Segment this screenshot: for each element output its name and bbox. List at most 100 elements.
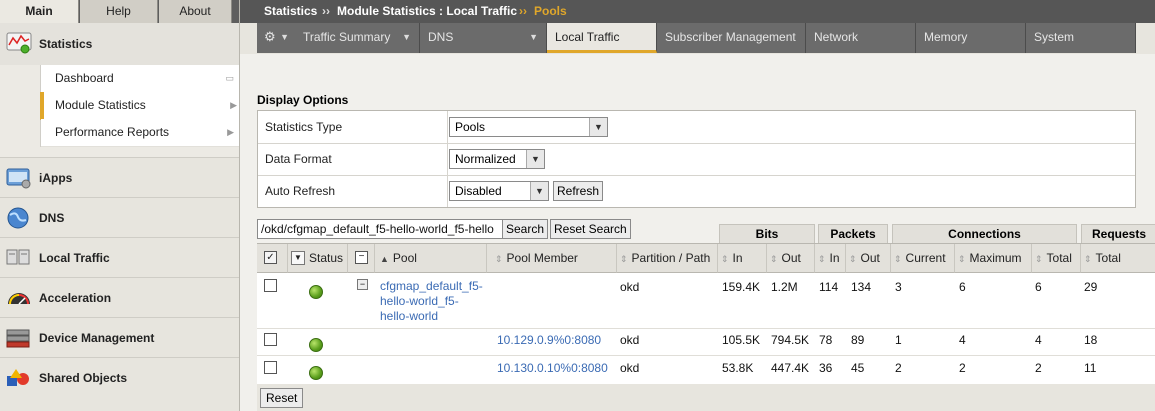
menu-label: DNS <box>428 30 454 44</box>
submenu-item-dashboard[interactable]: Dashboard ▭ <box>41 65 239 93</box>
sort-icon: ⇕ <box>894 254 902 264</box>
column-connections-total[interactable]: ⇕ Total <box>1032 244 1081 273</box>
statistics-type-label: Statistics Type <box>265 120 343 134</box>
menu-local-traffic[interactable]: Local Traffic <box>547 23 657 53</box>
tab-about[interactable]: About <box>159 0 232 23</box>
statistics-label: Statistics <box>39 37 93 51</box>
sidebar-item-iapps[interactable]: iApps <box>0 157 239 198</box>
refresh-button[interactable]: Refresh <box>553 181 604 201</box>
nav-label: Local Traffic <box>39 251 110 265</box>
reset-button[interactable]: Reset <box>260 388 304 408</box>
sidebar-item-statistics[interactable]: Statistics <box>0 23 239 65</box>
column-status[interactable]: ▼ Status <box>288 244 348 273</box>
divider <box>447 143 448 175</box>
packets-out-cell: 89 <box>851 333 865 347</box>
conn-total-cell: 2 <box>1035 361 1042 375</box>
partition-cell: okd <box>620 333 640 347</box>
menu-memory[interactable]: Memory <box>916 23 1026 53</box>
column-label: Status <box>309 251 344 265</box>
gear-menu[interactable]: ⚙ ▼ <box>257 23 296 53</box>
conn-max-cell: 6 <box>959 280 966 294</box>
pool-member-link[interactable]: 10.130.0.10%0:8080 <box>497 361 608 375</box>
sort-icon: ⇕ <box>1084 254 1092 264</box>
menu-label: System <box>1034 30 1075 44</box>
conn-max-cell: 4 <box>959 333 966 347</box>
packets-in-cell: 36 <box>819 361 833 375</box>
chevron-down-icon: ▼ <box>589 118 607 136</box>
submenu-label: Dashboard <box>55 71 114 85</box>
column-label: In <box>829 251 840 265</box>
column-pool-member[interactable]: ⇕ Pool Member <box>487 244 617 273</box>
pool-link[interactable]: cfgmap_default_f5- hello-world_f5- hello… <box>380 279 483 324</box>
menu-label: Memory <box>924 30 968 44</box>
menu-system[interactable]: System <box>1026 23 1136 53</box>
row-checkbox[interactable] <box>264 279 277 292</box>
row-checkbox[interactable] <box>264 361 277 374</box>
table-footer: Reset <box>257 384 1155 411</box>
breadcrumb-statistics[interactable]: Statistics <box>264 0 317 23</box>
display-options-title: Display Options <box>257 93 349 107</box>
column-label: Total <box>1095 251 1121 265</box>
window-icon: ▭ <box>225 73 234 83</box>
nav-label: DNS <box>39 211 65 225</box>
breadcrumb-module-statistics[interactable]: Module Statistics : Local Traffic <box>337 0 517 23</box>
conn-max-cell: 2 <box>959 361 966 375</box>
data-format-select[interactable]: Normalized ▼ <box>449 149 545 169</box>
column-pool[interactable]: ▲ Pool <box>375 244 487 273</box>
menu-network[interactable]: Network <box>806 23 916 53</box>
column-connections-current[interactable]: ⇕ Current <box>891 244 955 273</box>
column-label: Current <box>905 251 946 265</box>
divider <box>447 175 448 207</box>
pool-member-link[interactable]: 10.129.0.9%0:8080 <box>497 333 601 347</box>
display-options-table: Statistics Type Pools ▼ Data Format Norm… <box>257 110 1136 208</box>
pool-name-line: hello-world_f5- <box>380 294 459 308</box>
chevron-right-icon: ▶ <box>227 127 234 137</box>
column-partition[interactable]: ⇕ Partition / Path <box>617 244 718 273</box>
column-connections-maximum[interactable]: ⇕ Maximum <box>955 244 1032 273</box>
submenu-item-module-statistics[interactable]: Module Statistics ▶ <box>40 92 239 120</box>
collapse-icon[interactable]: − <box>357 279 368 290</box>
column-packets-out[interactable]: ⇕ Out <box>846 244 891 273</box>
column-requests-total[interactable]: ⇕ Total <box>1081 244 1155 273</box>
sidebar-item-local-traffic[interactable]: Local Traffic <box>0 237 239 278</box>
column-bits-out[interactable]: ⇕ Out <box>767 244 815 273</box>
column-expand[interactable]: − <box>348 244 375 273</box>
tab-main[interactable]: Main <box>0 0 79 23</box>
statistics-type-select[interactable]: Pools ▼ <box>449 117 608 137</box>
column-label: Partition / Path <box>631 251 711 265</box>
bits-in-cell: 53.8K <box>722 361 754 375</box>
requests-total-cell: 11 <box>1084 361 1097 375</box>
submenu-item-performance-reports[interactable]: Performance Reports ▶ <box>41 119 239 147</box>
sort-icon: ⇕ <box>620 254 628 264</box>
statistics-submenu: Dashboard ▭ Module Statistics ▶ Performa… <box>40 65 239 147</box>
auto-refresh-select[interactable]: Disabled ▼ <box>449 181 549 201</box>
sort-icon: ⇕ <box>770 254 778 264</box>
group-bits: Bits <box>719 224 815 244</box>
sidebar-item-shared-objects[interactable]: Shared Objects <box>0 357 239 411</box>
device-icon <box>6 329 30 348</box>
sidebar-item-dns[interactable]: DNS <box>0 197 239 238</box>
conn-total-cell: 4 <box>1035 333 1042 347</box>
column-packets-in[interactable]: ⇕ In <box>815 244 846 273</box>
select-all-checkbox[interactable]: ✓ <box>264 251 277 264</box>
row-checkbox[interactable] <box>264 333 277 346</box>
column-bits-in[interactable]: ⇕ In <box>718 244 767 273</box>
chevron-down-icon[interactable]: ▼ <box>291 251 305 265</box>
collapse-all-icon[interactable]: − <box>355 251 368 264</box>
menu-traffic-summary[interactable]: Traffic Summary ▼ <box>295 23 420 53</box>
tab-help[interactable]: Help <box>80 0 158 23</box>
menu-label: Local Traffic <box>555 30 620 44</box>
reset-search-button[interactable]: Reset Search <box>550 219 631 239</box>
search-input[interactable]: /okd/cfgmap_default_f5-hello-world_f5-he… <box>257 219 503 239</box>
breadcrumb-separator: ›› <box>322 4 330 18</box>
search-button[interactable]: Search <box>502 219 549 239</box>
sidebar-item-device-management[interactable]: Device Management <box>0 317 239 358</box>
menu-subscriber-management[interactable]: Subscriber Management <box>657 23 806 53</box>
select-value: Pools <box>455 120 486 134</box>
sidebar-item-acceleration[interactable]: Acceleration <box>0 277 239 318</box>
select-value: Normalized <box>455 152 516 166</box>
select-all-header: ✓ <box>257 244 288 273</box>
sort-icon: ⇕ <box>849 254 857 264</box>
breadcrumb: Statistics ›› Module Statistics : Local … <box>240 0 1155 23</box>
menu-dns[interactable]: DNS ▼ <box>420 23 547 53</box>
